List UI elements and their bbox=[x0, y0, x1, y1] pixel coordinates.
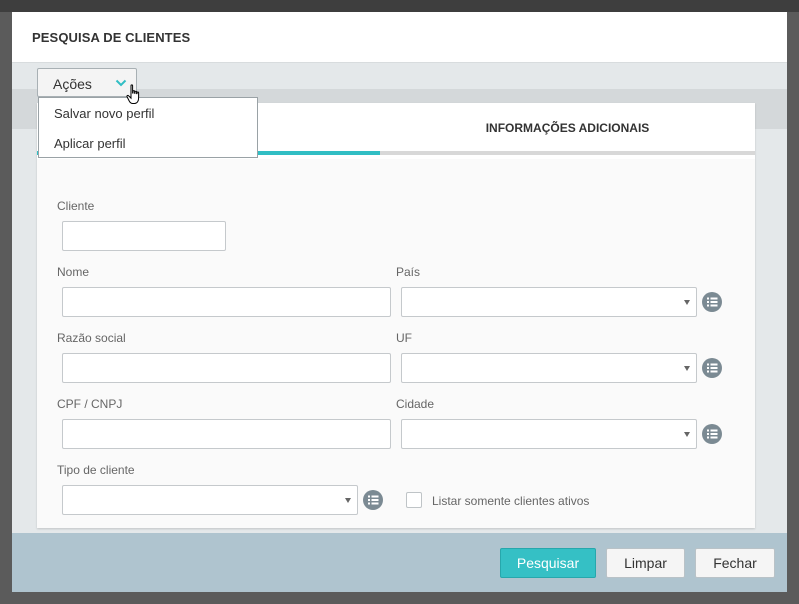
cidade-label: Cidade bbox=[396, 397, 435, 411]
hand-pointer-icon bbox=[126, 84, 140, 104]
nome-label: Nome bbox=[57, 265, 90, 279]
client-search-modal: PESQUISA DE CLIENTES INFORMAÇÕES ADICION… bbox=[12, 12, 787, 592]
search-panel: INFORMAÇÕES ADICIONAIS Cliente Nome País bbox=[37, 103, 755, 528]
tab-additional-info[interactable]: INFORMAÇÕES ADICIONAIS bbox=[380, 103, 755, 151]
caret-down-icon bbox=[345, 498, 351, 503]
list-icon[interactable] bbox=[702, 358, 722, 378]
cpf-cnpj-label: CPF / CNPJ bbox=[57, 397, 123, 411]
modal-header: PESQUISA DE CLIENTES bbox=[12, 12, 787, 63]
list-icon[interactable] bbox=[702, 292, 722, 312]
list-icon[interactable] bbox=[363, 490, 383, 510]
actions-button-label: Ações bbox=[53, 76, 92, 92]
pais-select[interactable] bbox=[401, 287, 697, 317]
clear-button[interactable]: Limpar bbox=[606, 548, 685, 578]
uf-select[interactable] bbox=[401, 353, 697, 383]
razao-social-input[interactable] bbox=[62, 353, 391, 383]
list-icon[interactable] bbox=[702, 424, 722, 444]
form-area: Cliente Nome País Razão social UF CPF / … bbox=[37, 159, 755, 528]
tipo-cliente-select[interactable] bbox=[62, 485, 358, 515]
search-button[interactable]: Pesquisar bbox=[500, 548, 596, 578]
cliente-label: Cliente bbox=[57, 199, 95, 213]
nome-input[interactable] bbox=[62, 287, 391, 317]
pais-label: País bbox=[396, 265, 421, 279]
menu-item-apply-profile[interactable]: Aplicar perfil bbox=[54, 136, 126, 151]
actions-menu: Salvar novo perfil Aplicar perfil bbox=[38, 97, 258, 158]
somente-ativos-checkbox[interactable] bbox=[406, 492, 422, 508]
cidade-select[interactable] bbox=[401, 419, 697, 449]
menu-item-save-profile[interactable]: Salvar novo perfil bbox=[54, 106, 154, 121]
somente-ativos-label: Listar somente clientes ativos bbox=[432, 494, 590, 508]
caret-down-icon bbox=[684, 366, 690, 371]
cliente-input[interactable] bbox=[62, 221, 226, 251]
actions-button[interactable]: Ações bbox=[37, 68, 137, 97]
backdrop bbox=[0, 0, 799, 12]
cpf-cnpj-input[interactable] bbox=[62, 419, 391, 449]
modal-title: PESQUISA DE CLIENTES bbox=[32, 30, 191, 45]
tipo-cliente-label: Tipo de cliente bbox=[57, 463, 135, 477]
razao-social-label: Razão social bbox=[57, 331, 126, 345]
caret-down-icon bbox=[684, 432, 690, 437]
close-button[interactable]: Fechar bbox=[695, 548, 775, 578]
tab-additional-info-label: INFORMAÇÕES ADICIONAIS bbox=[485, 121, 650, 135]
uf-label: UF bbox=[396, 331, 412, 345]
modal-footer: Pesquisar Limpar Fechar bbox=[12, 533, 787, 592]
caret-down-icon bbox=[684, 300, 690, 305]
